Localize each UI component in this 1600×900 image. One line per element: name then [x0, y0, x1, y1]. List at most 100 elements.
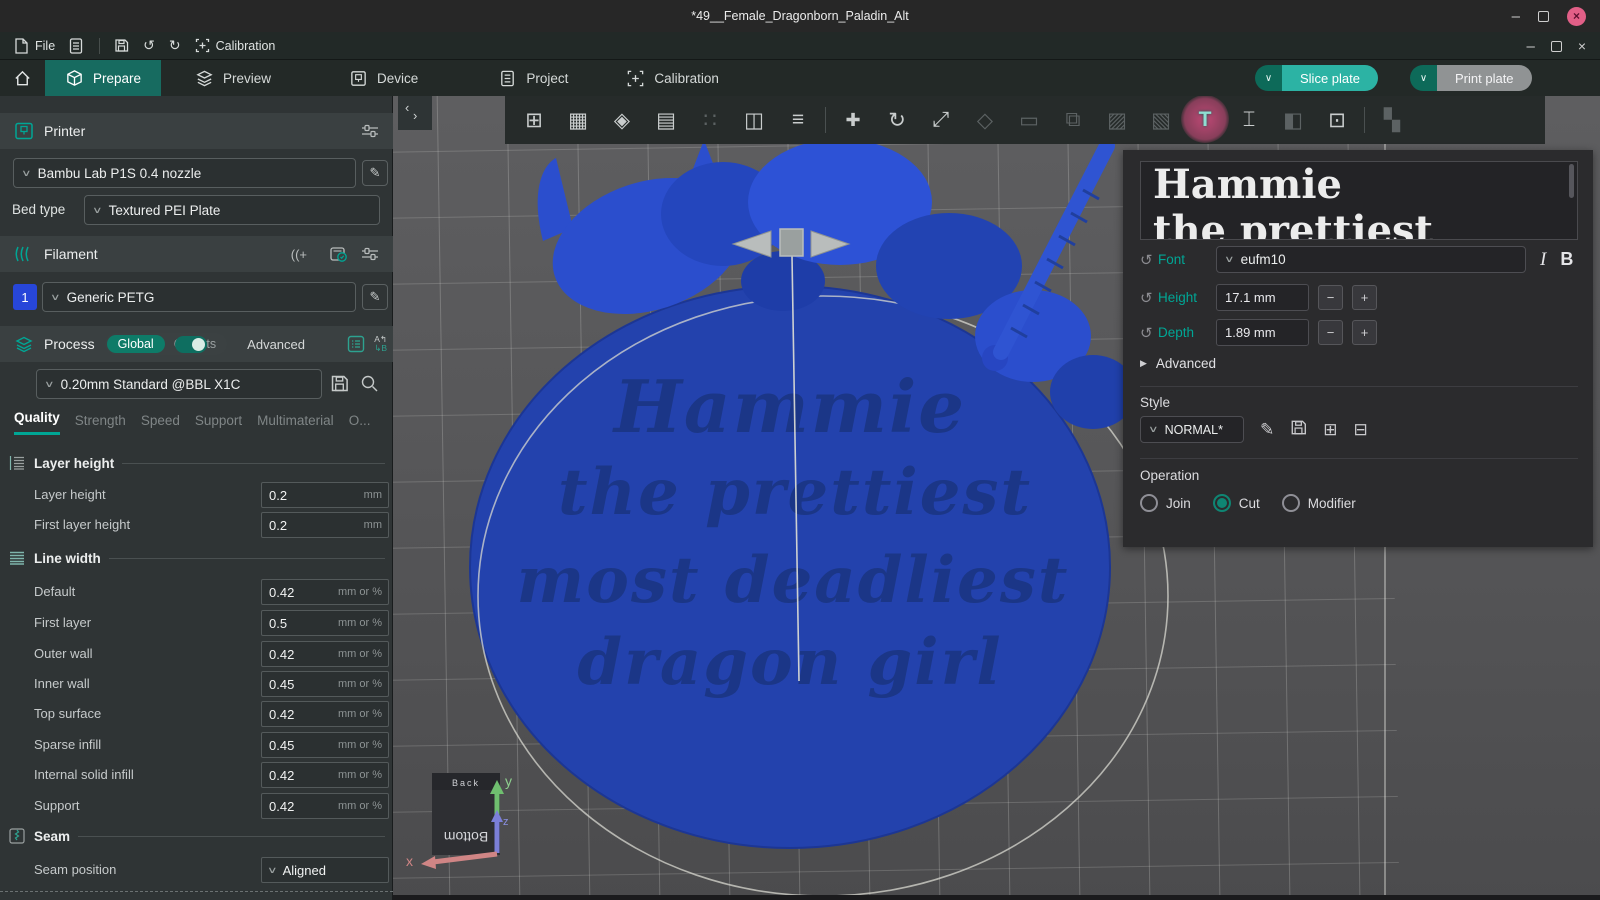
first-layer-height-input[interactable]: 0.2mm	[261, 512, 389, 538]
notes-button[interactable]	[69, 38, 83, 54]
process-tab-support[interactable]: Support	[195, 413, 242, 435]
style-add-icon[interactable]: ⊞	[1323, 420, 1337, 440]
parameter-list-icon[interactable]	[347, 335, 365, 353]
depth-input[interactable]: 1.89 mm	[1216, 319, 1309, 346]
add-object-button[interactable]: ⊞	[517, 108, 551, 133]
add-plate-button[interactable]: ▦	[561, 108, 595, 133]
ams-sync-icon[interactable]	[330, 246, 349, 263]
menubar-minimize-button[interactable]: –	[1526, 38, 1534, 55]
slice-dropdown-chevron-icon[interactable]: ∨	[1255, 65, 1282, 91]
tab-preview[interactable]: Preview	[175, 60, 291, 96]
reset-font-icon[interactable]: ↺	[1140, 251, 1158, 269]
inner-wall-line-width-input[interactable]: 0.45mm or %	[261, 671, 389, 697]
redo-button[interactable]: ↻	[169, 37, 181, 54]
plate-settings-button[interactable]: ⊡	[1320, 108, 1354, 133]
collapse-sidebar-button[interactable]: ‹›	[398, 96, 432, 130]
print-plate-button[interactable]: ∨ Print plate	[1410, 65, 1532, 91]
depth-increase-button[interactable]: +	[1352, 320, 1377, 345]
layer-height-input[interactable]: 0.2mm	[261, 482, 389, 508]
sparse-infill-line-width-input[interactable]: 0.45mm or %	[261, 732, 389, 758]
reset-depth-icon[interactable]: ↺	[1140, 324, 1158, 342]
close-button[interactable]: ×	[1567, 7, 1586, 26]
operation-cut-radio[interactable]	[1213, 494, 1231, 512]
height-decrease-button[interactable]: −	[1318, 285, 1343, 310]
print-dropdown-chevron-icon[interactable]: ∨	[1410, 65, 1437, 91]
reset-height-icon[interactable]: ↺	[1140, 289, 1158, 307]
tab-device[interactable]: Device	[329, 60, 438, 96]
filament-settings-icon[interactable]	[361, 246, 379, 262]
save-preset-icon[interactable]	[330, 374, 349, 393]
font-dropdown[interactable]: ∨ eufm10	[1216, 246, 1526, 273]
minimize-button[interactable]: –	[1512, 8, 1520, 25]
style-dropdown[interactable]: ∨ NORMAL*	[1140, 416, 1244, 443]
bed-type-dropdown[interactable]: ∨ Textured PEI Plate	[84, 195, 380, 225]
search-preset-icon[interactable]	[360, 374, 379, 393]
calibration-menu[interactable]: Calibration	[195, 38, 276, 53]
depth-decrease-button[interactable]: −	[1318, 320, 1343, 345]
tab-prepare[interactable]: Prepare	[45, 60, 161, 96]
support-line-width-input[interactable]: 0.42mm or %	[261, 793, 389, 819]
process-tab-quality[interactable]: Quality	[14, 410, 60, 435]
outer-wall-line-width-input[interactable]: 0.42mm or %	[261, 641, 389, 667]
seam-position-dropdown[interactable]: ∨ Aligned	[261, 857, 389, 883]
operation-modifier-radio[interactable]	[1282, 494, 1300, 512]
process-tab-others[interactable]: O...	[349, 413, 371, 435]
cut-tool-button[interactable]: ▭	[1012, 108, 1046, 133]
height-increase-button[interactable]: +	[1352, 285, 1377, 310]
text-content-input[interactable]: Hammie the prettiest	[1140, 161, 1578, 240]
tab-project[interactable]: Project	[478, 60, 588, 96]
filament-slot-badge[interactable]: 1	[13, 284, 37, 310]
advanced-toggle[interactable]	[175, 336, 207, 353]
slice-plate-button[interactable]: ∨ Slice plate	[1255, 65, 1378, 91]
add-filament-icon[interactable]: ((+	[291, 247, 307, 262]
printer-edit-button[interactable]: ✎	[362, 160, 388, 186]
internal-solid-infill-line-width-input[interactable]: 0.42mm or %	[261, 762, 389, 788]
textarea-scrollbar[interactable]	[1569, 164, 1574, 198]
assembly-view-button[interactable]: ◧	[1276, 108, 1310, 133]
style-edit-icon[interactable]: ✎	[1260, 420, 1274, 440]
arrange-button[interactable]: ▤	[649, 108, 683, 133]
advanced-expander[interactable]: ▶ Advanced	[1140, 356, 1216, 371]
variable-layer-height-button[interactable]: ≡	[781, 108, 815, 132]
seam-painting-button[interactable]: ▧	[1144, 108, 1178, 133]
filament-edit-button[interactable]: ✎	[362, 284, 388, 310]
lay-on-face-button[interactable]: ◇	[968, 108, 1002, 133]
move-tool-button[interactable]: ✚	[836, 110, 870, 131]
maximize-button[interactable]	[1538, 11, 1549, 22]
save-button[interactable]	[114, 38, 129, 53]
file-menu[interactable]: File	[14, 38, 55, 54]
auto-orient-button[interactable]: ◈	[605, 108, 639, 133]
support-painting-button[interactable]: ▨	[1100, 108, 1134, 133]
menubar-close-button[interactable]: ×	[1578, 38, 1586, 54]
default-line-width-input[interactable]: 0.42mm or %	[261, 579, 389, 605]
orientation-cube[interactable]: Back Bottom y z x	[406, 773, 512, 869]
filament-preset-dropdown[interactable]: ∨ Generic PETG	[42, 282, 356, 312]
bold-button[interactable]: B	[1560, 249, 1573, 270]
scale-tool-button[interactable]: ⤢	[924, 108, 958, 132]
top-surface-line-width-input[interactable]: 0.42mm or %	[261, 701, 389, 727]
mesh-boolean-button[interactable]: ⧉	[1056, 108, 1090, 132]
process-global-pill[interactable]: Global	[107, 335, 165, 353]
printer-preset-dropdown[interactable]: ∨ Bambu Lab P1S 0.4 nozzle	[13, 158, 356, 188]
measure-tool-button[interactable]: ⌶	[1232, 108, 1266, 132]
style-save-icon[interactable]	[1290, 419, 1307, 441]
compare-presets-icon[interactable]: A↰ ↳B	[374, 335, 387, 353]
process-tab-multimaterial[interactable]: Multimaterial	[257, 413, 334, 435]
text-tool-button[interactable]: T	[1188, 108, 1222, 132]
split-to-objects-button[interactable]: ∷	[693, 108, 727, 133]
printer-settings-icon[interactable]	[361, 123, 379, 139]
first-layer-line-width-input[interactable]: 0.5mm or %	[261, 610, 389, 636]
process-tab-strength[interactable]: Strength	[75, 413, 126, 435]
style-remove-icon[interactable]: ⊟	[1354, 420, 1368, 440]
rotate-tool-button[interactable]: ↻	[880, 108, 914, 133]
operation-join-radio[interactable]	[1140, 494, 1158, 512]
process-tab-speed[interactable]: Speed	[141, 413, 180, 435]
undo-button[interactable]: ↺	[143, 37, 155, 54]
tab-calibration[interactable]: Calibration	[606, 60, 739, 96]
split-to-parts-button[interactable]: ◫	[737, 108, 771, 133]
italic-button[interactable]: I	[1540, 249, 1546, 271]
home-button[interactable]	[0, 60, 45, 96]
menubar-maximize-button[interactable]	[1551, 41, 1562, 52]
assemble-button[interactable]: ▚	[1375, 108, 1409, 133]
process-preset-dropdown[interactable]: ∨ 0.20mm Standard @BBL X1C	[36, 369, 322, 399]
